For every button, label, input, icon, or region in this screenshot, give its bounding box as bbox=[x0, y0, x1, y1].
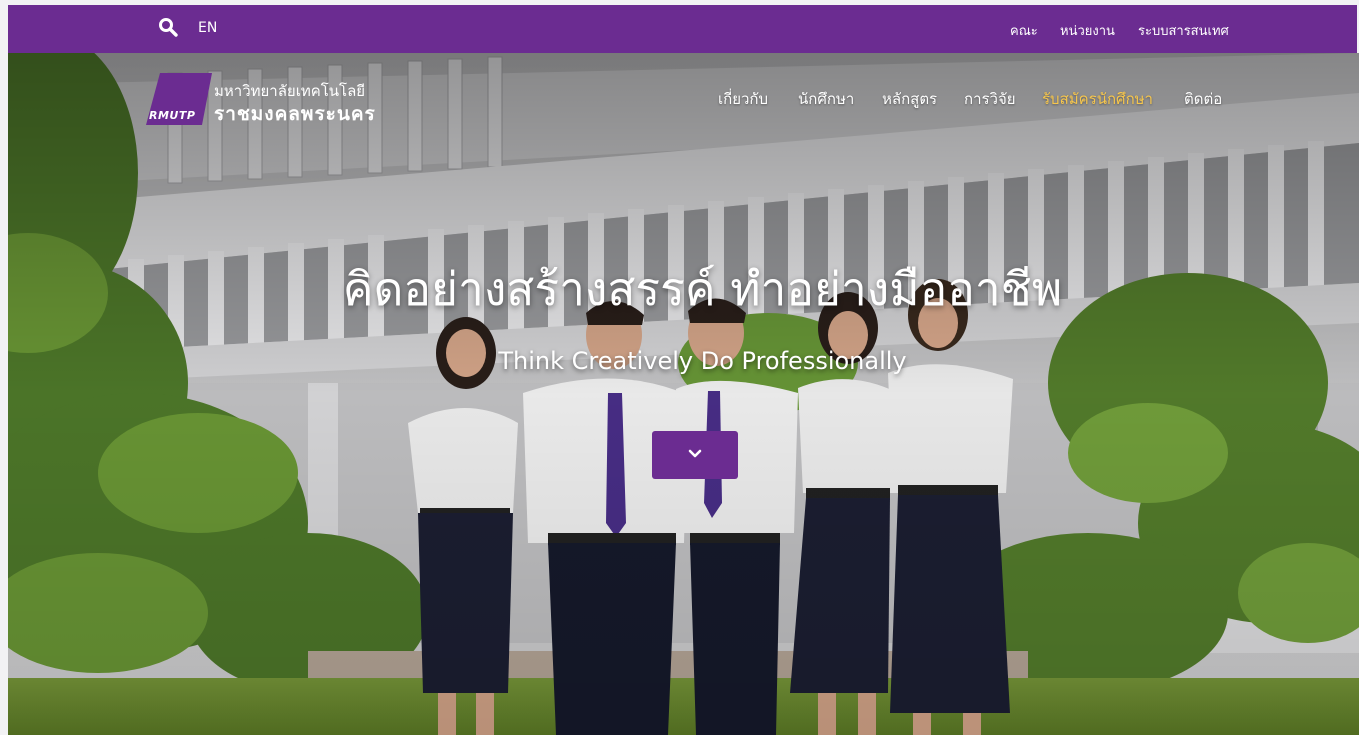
university-logo[interactable]: RMUTP มหาวิทยาลัยเทคโนโลยี ราชมงคลพระนคร bbox=[146, 73, 446, 129]
chevron-down-icon bbox=[688, 449, 702, 458]
scroll-down-button[interactable] bbox=[652, 431, 738, 479]
nav-item-admissions[interactable]: รับสมัครนักศึกษา bbox=[1042, 87, 1153, 111]
search-icon bbox=[159, 18, 178, 37]
search-button[interactable] bbox=[158, 17, 182, 41]
topbar-link-departments[interactable]: หน่วยงาน bbox=[1060, 20, 1115, 41]
topbar-link-information-systems[interactable]: ระบบสารสนเทศ bbox=[1138, 20, 1229, 41]
language-switch-link[interactable]: EN bbox=[198, 20, 217, 36]
nav-item-programs[interactable]: หลักสูตร bbox=[882, 87, 937, 111]
hero-photo bbox=[8, 53, 1359, 735]
hero-subheadline: Think Creatively Do Professionally bbox=[498, 347, 907, 375]
topbar-link-faculties[interactable]: คณะ bbox=[1010, 20, 1038, 41]
top-utility-bar: EN คณะ หน่วยงาน ระบบสารสนเทศ bbox=[8, 5, 1357, 53]
nav-item-contact[interactable]: ติดต่อ bbox=[1184, 87, 1222, 111]
logo-abbr: RMUTP bbox=[149, 109, 196, 122]
page: RMUTP มหาวิทยาลัยเทคโนโลยี ราชมงคลพระนคร… bbox=[0, 0, 1359, 735]
hero-headline: คิดอย่างสร้างสรรค์ ทำอย่างมืออาชีพ bbox=[342, 262, 1063, 316]
nav-item-research[interactable]: การวิจัย bbox=[964, 87, 1016, 111]
hero-banner: RMUTP มหาวิทยาลัยเทคโนโลยี ราชมงคลพระนคร… bbox=[8, 53, 1359, 735]
nav-item-about[interactable]: เกี่ยวกับ bbox=[718, 87, 768, 111]
nav-item-students[interactable]: นักศึกษา bbox=[798, 87, 854, 111]
logo-name-line2: ราชมงคลพระนคร bbox=[214, 103, 376, 125]
